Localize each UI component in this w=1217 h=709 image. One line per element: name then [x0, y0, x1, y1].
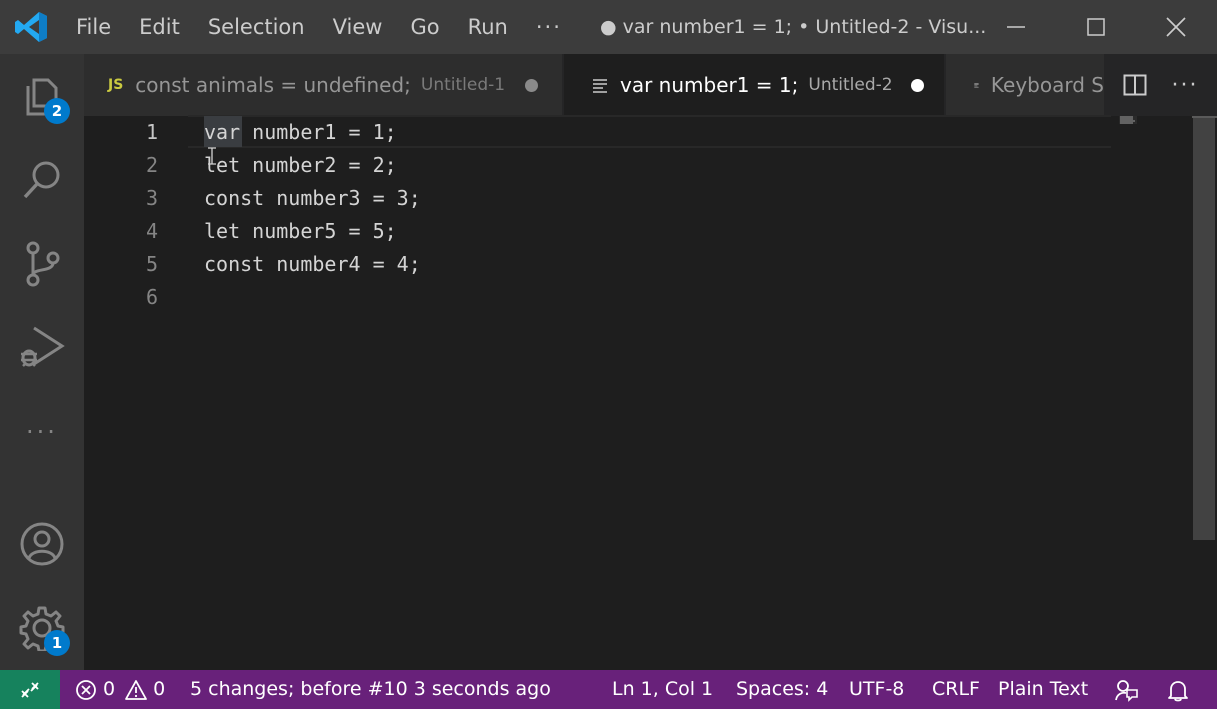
- editor-actions: ···: [1104, 54, 1217, 116]
- tab-untitled-1[interactable]: JS const animals = undefined; Untitled-1: [84, 54, 562, 116]
- timeline-status[interactable]: 5 changes; before #10 3 seconds ago: [190, 670, 551, 709]
- error-icon: [76, 679, 96, 700]
- scrollbar-top-border: [1192, 116, 1217, 118]
- tab-description: Untitled-1: [420, 75, 506, 95]
- javascript-file-icon: JS: [108, 77, 124, 93]
- more-icon: ···: [26, 418, 58, 446]
- code-editor[interactable]: 1 2 3 4 5 6 var number1 = 1; let number2…: [84, 115, 1217, 670]
- eol-status[interactable]: CRLF: [932, 670, 980, 709]
- minimize-button[interactable]: [976, 0, 1056, 54]
- bell-icon: [1168, 681, 1188, 702]
- settings-badge: 1: [44, 630, 70, 656]
- tab-untitled-2[interactable]: var number1 = 1; Untitled-2: [564, 54, 944, 116]
- more-actions-icon[interactable]: ···: [1172, 73, 1199, 98]
- menu-view[interactable]: View: [319, 0, 397, 54]
- cursor-position[interactable]: Ln 1, Col 1: [612, 670, 713, 709]
- remote-icon: [21, 681, 39, 698]
- menu-bar: File Edit Selection View Go Run ···: [62, 0, 576, 54]
- close-button[interactable]: [1136, 0, 1216, 54]
- code-line[interactable]: let number2 = 2;: [204, 149, 397, 182]
- run-debug-icon: [21, 326, 65, 367]
- unsaved-dot-icon[interactable]: [910, 78, 924, 92]
- warning-icon: [125, 679, 147, 700]
- menu-more-icon[interactable]: ···: [522, 0, 576, 54]
- editor-tab-bar: JS const animals = undefined; Untitled-1…: [84, 54, 1217, 116]
- manage-button[interactable]: 1: [0, 586, 84, 670]
- feedback-button[interactable]: [1114, 678, 1138, 702]
- source-control-button[interactable]: [0, 222, 84, 306]
- indentation-status[interactable]: Spaces: 4: [736, 670, 828, 709]
- warning-count: 0: [153, 678, 166, 700]
- run-debug-button[interactable]: [0, 306, 84, 390]
- code-line[interactable]: var number1 = 1;: [204, 116, 397, 149]
- explorer-button[interactable]: 2: [0, 54, 84, 138]
- activity-bar: 2 ··· 1: [0, 54, 84, 670]
- tab-description: Untitled-2: [808, 75, 893, 95]
- split-editor-icon[interactable]: [1123, 73, 1147, 97]
- window-title: ● var number1 = 1; • Untitled-2 - Visu..…: [600, 16, 987, 38]
- tab-title: Keyboard S: [990, 73, 1104, 97]
- line-number: 3: [145, 186, 158, 210]
- code-line[interactable]: let number5 = 5;: [204, 215, 397, 248]
- feedback-icon: [1115, 680, 1138, 702]
- menu-run[interactable]: Run: [454, 0, 522, 54]
- plaintext-file-icon: [974, 83, 979, 88]
- more-views-button[interactable]: ···: [0, 390, 84, 474]
- status-bar: 0 0 5 changes; before #10 3 seconds ago …: [0, 670, 1217, 709]
- source-control-icon: [26, 241, 60, 287]
- title-bar: File Edit Selection View Go Run ··· ● va…: [0, 0, 1217, 54]
- menu-go[interactable]: Go: [396, 0, 453, 54]
- encoding-status[interactable]: UTF-8: [849, 670, 904, 709]
- code-line[interactable]: const number3 = 3;: [204, 182, 421, 215]
- line-number: 2: [145, 153, 158, 177]
- search-button[interactable]: [0, 138, 84, 222]
- accounts-button[interactable]: [0, 502, 84, 586]
- tab-title: var number1 = 1;: [620, 73, 799, 97]
- maximize-button[interactable]: [1056, 0, 1136, 54]
- problems-indicator[interactable]: 0 0: [75, 670, 165, 709]
- maximize-icon: [1087, 18, 1105, 36]
- line-number: 4: [145, 219, 158, 243]
- remote-indicator-button[interactable]: [0, 670, 60, 709]
- unsaved-dot-icon[interactable]: [525, 78, 539, 92]
- account-icon: [20, 522, 64, 566]
- vscode-window: File Edit Selection View Go Run ··· ● va…: [0, 0, 1217, 709]
- scrollbar-thumb[interactable]: [1193, 116, 1215, 540]
- vscode-logo-icon: [15, 12, 47, 42]
- minimize-icon: [1007, 26, 1025, 28]
- tab-keyboard-shortcuts[interactable]: Keyboard S: [946, 54, 1104, 116]
- search-icon: [23, 161, 60, 199]
- plaintext-file-icon: [593, 79, 607, 93]
- error-count: 0: [103, 678, 116, 700]
- minimap[interactable]: [1119, 116, 1137, 124]
- code-line[interactable]: const number4 = 4;: [204, 248, 421, 281]
- line-number: 5: [145, 252, 158, 276]
- line-number: 6: [145, 285, 158, 309]
- menu-file[interactable]: File: [62, 0, 125, 54]
- close-icon: [1166, 17, 1186, 37]
- notifications-button[interactable]: [1166, 678, 1190, 702]
- menu-selection[interactable]: Selection: [194, 0, 319, 54]
- tab-title: const animals = undefined;: [135, 73, 411, 97]
- language-mode[interactable]: Plain Text: [998, 670, 1088, 709]
- menu-edit[interactable]: Edit: [125, 0, 194, 54]
- line-number: 1: [145, 120, 158, 144]
- text-cursor-icon: [208, 147, 216, 165]
- explorer-badge: 2: [44, 98, 70, 124]
